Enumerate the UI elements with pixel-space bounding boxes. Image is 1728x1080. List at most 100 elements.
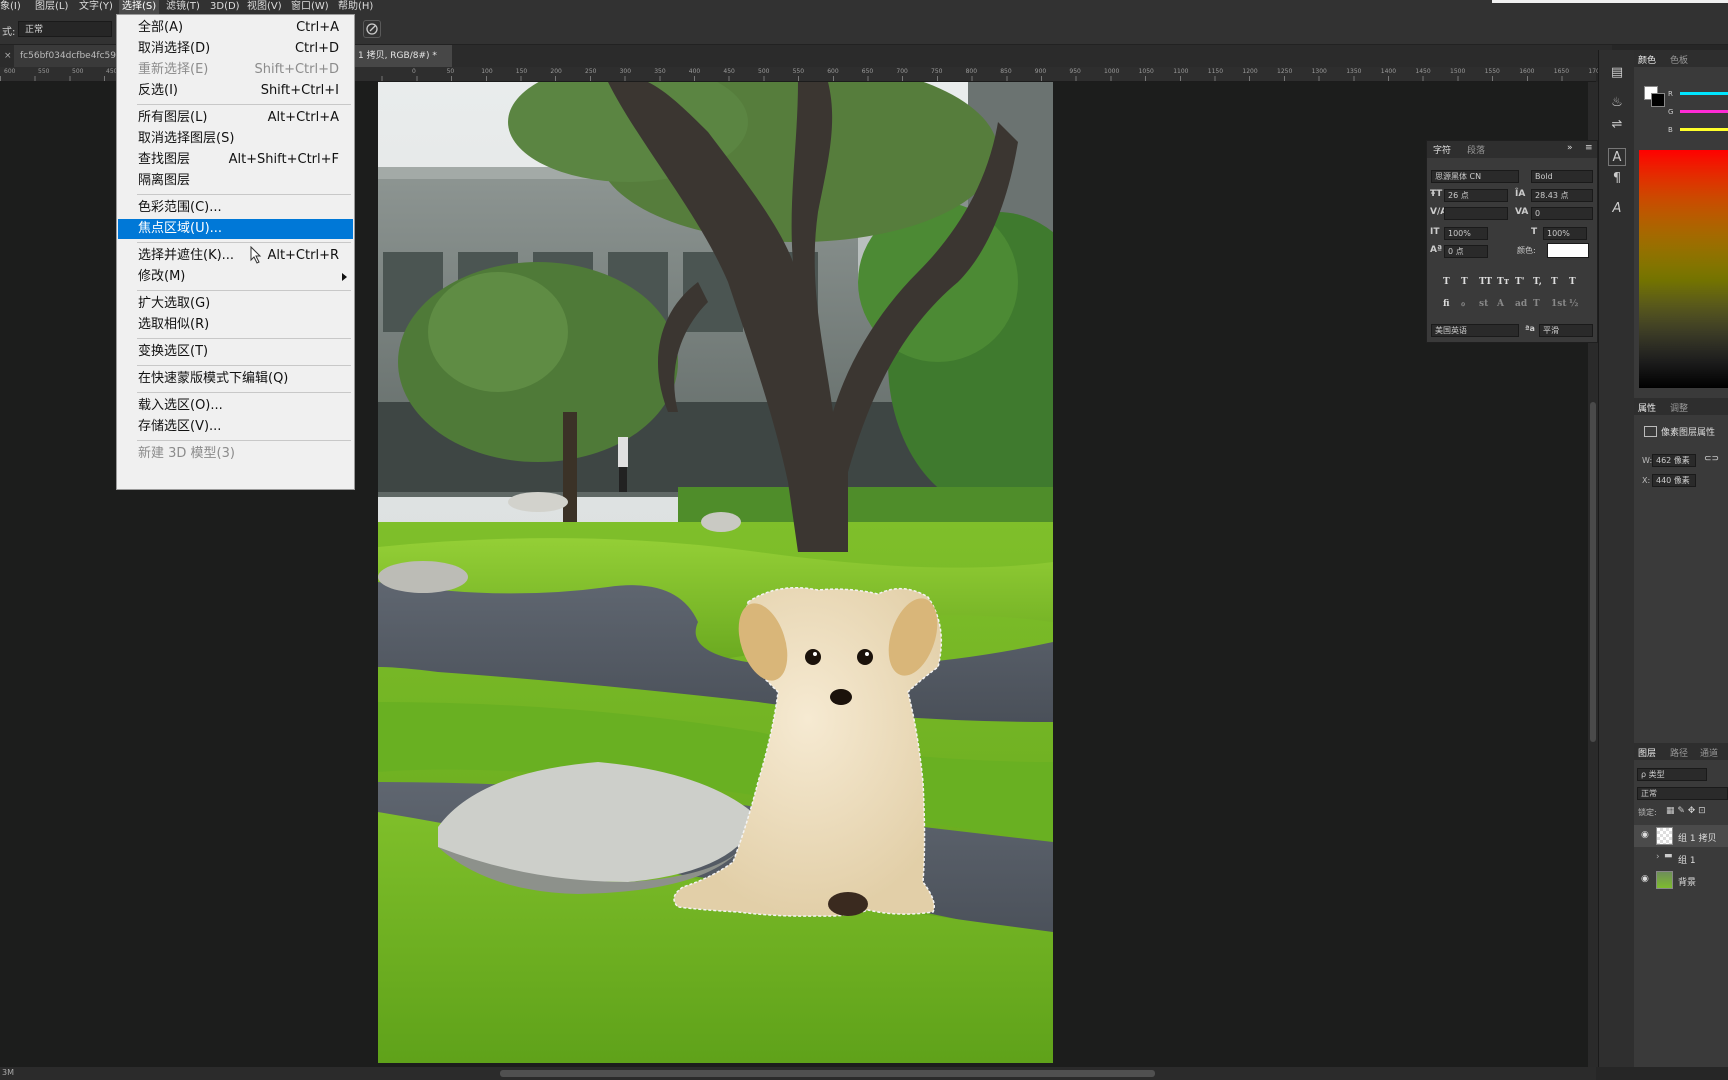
menu-item[interactable]: 色彩范围(C)... — [118, 198, 353, 218]
tab-color[interactable]: 颜色 — [1638, 53, 1656, 66]
opentype-feature-button[interactable]: ℴ — [1461, 299, 1465, 309]
text-style-button[interactable]: T, — [1533, 277, 1542, 287]
text-style-button[interactable]: T — [1443, 277, 1450, 287]
opentype-feature-button[interactable]: T — [1533, 299, 1540, 309]
menu-item[interactable]: 选取相似(R) — [118, 315, 353, 335]
text-style-button[interactable]: T — [1551, 277, 1558, 287]
character-panel-icon[interactable]: A — [1608, 148, 1626, 166]
g-slider[interactable] — [1680, 110, 1728, 113]
panel-menu-icon[interactable]: ≡ — [1585, 143, 1593, 153]
menu-item[interactable]: 隔离图层 — [118, 171, 353, 191]
document-canvas[interactable] — [378, 82, 1053, 1063]
x-field[interactable]: 440 像素 — [1652, 474, 1696, 487]
menu-item[interactable]: 载入选区(O)... — [118, 396, 353, 416]
tab-document-2[interactable]: 1 拷贝, RGB/8#) * — [352, 45, 452, 67]
paragraph-icon[interactable]: ¶ — [1608, 170, 1626, 188]
history-icon[interactable]: ▤ — [1608, 64, 1626, 82]
language-select[interactable]: 美国英语 — [1431, 324, 1519, 337]
opentype-feature-button[interactable]: ad — [1515, 299, 1527, 309]
opentype-feature-button[interactable]: ½ — [1569, 299, 1578, 309]
menu-item[interactable]: 存储选区(V)... — [118, 417, 353, 437]
menu-item[interactable]: 全部(A) Ctrl+A — [118, 18, 353, 38]
kerning-field[interactable] — [1444, 207, 1508, 220]
tab-swatches[interactable]: 色板 — [1670, 53, 1688, 66]
antialias-select[interactable]: 平滑 — [1539, 324, 1593, 337]
lock-icons[interactable]: ▦ ✎ ✥ ⊡ — [1666, 806, 1706, 816]
visibility-eye-icon[interactable]: ◉ — [1641, 874, 1649, 884]
r-slider[interactable] — [1680, 92, 1728, 95]
menu-item[interactable]: 焦点区域(U)... — [118, 219, 353, 239]
layer-row-group-copy[interactable]: ◉ 组 1 拷贝 — [1634, 825, 1728, 847]
menubar-item[interactable]: 3D(D) — [207, 0, 243, 14]
link-icon[interactable]: ⊂⊃ — [1704, 454, 1719, 464]
menu-item[interactable]: 选择并遮住(K)... Alt+Ctrl+R — [118, 246, 353, 266]
menu-item[interactable]: 所有图层(L) Alt+Ctrl+A — [118, 108, 353, 128]
mode-select[interactable]: 正常 — [18, 21, 112, 37]
vertical-scroll-thumb[interactable] — [1590, 402, 1596, 742]
horizontal-scale-field[interactable]: 100% — [1543, 227, 1587, 240]
leading-field[interactable]: 28.43 点 — [1531, 189, 1593, 202]
brush-options-button[interactable] — [363, 20, 381, 38]
opentype-feature-button[interactable]: 1st — [1551, 299, 1567, 309]
menubar-item[interactable]: 帮助(H) — [335, 0, 376, 14]
tab-character[interactable]: 字符 — [1433, 143, 1451, 156]
tab-paragraph[interactable]: 段落 — [1467, 143, 1485, 156]
menu-item[interactable]: 修改(M) — [118, 267, 353, 287]
text-style-button[interactable]: Tт — [1497, 277, 1509, 287]
b-slider[interactable] — [1680, 128, 1728, 131]
tab-properties[interactable]: 属性 — [1638, 401, 1656, 414]
menu-item[interactable]: 在快速蒙版模式下编辑(Q) — [118, 369, 353, 389]
opentype-feature-button[interactable]: st — [1479, 299, 1488, 309]
tab-document-1[interactable]: fc56bf034dcfbe4fc59 — [14, 45, 118, 67]
width-field[interactable]: 462 像素 — [1652, 454, 1696, 467]
font-family-select[interactable]: 思源黑体 CN — [1431, 170, 1519, 183]
tab-layers[interactable]: 图层 — [1638, 746, 1656, 759]
font-style-select[interactable]: Bold — [1531, 170, 1593, 183]
menubar-item[interactable]: 象(I) — [0, 0, 24, 14]
layer-filter-select[interactable]: ρ 类型 — [1637, 768, 1707, 781]
tab-paths[interactable]: 路径 — [1670, 746, 1688, 759]
glyphs-icon[interactable]: A — [1608, 200, 1626, 218]
horizontal-scroll-thumb[interactable] — [500, 1070, 1155, 1077]
menu-item[interactable]: 查找图层 Alt+Shift+Ctrl+F — [118, 150, 353, 170]
text-style-button[interactable]: TT — [1479, 277, 1492, 287]
leading-icon: ÎA — [1515, 189, 1526, 199]
opentype-feature-button[interactable]: A — [1497, 299, 1504, 309]
menu-item[interactable]: 取消选择图层(S) — [118, 129, 353, 149]
close-icon[interactable]: × — [4, 45, 12, 67]
baseline-shift-field[interactable]: 0 点 — [1444, 245, 1488, 258]
brush-preset-icon[interactable]: ♨ — [1608, 94, 1626, 112]
g-label: G — [1668, 108, 1674, 116]
vertical-scale-field[interactable]: 100% — [1444, 227, 1488, 240]
opentype-feature-button[interactable]: fi — [1443, 299, 1450, 309]
background-color-swatch[interactable] — [1651, 93, 1665, 107]
visibility-eye-icon[interactable]: ◉ — [1641, 830, 1649, 840]
expand-arrow-icon[interactable]: › — [1656, 852, 1660, 862]
layer-row-group[interactable]: › ▬ 组 1 — [1634, 847, 1728, 869]
tab-adjustments[interactable]: 调整 — [1670, 401, 1688, 414]
color-picker-field[interactable] — [1639, 150, 1728, 388]
menubar-item[interactable]: 选择(S) — [119, 0, 160, 14]
tab-channels[interactable]: 通道 — [1700, 746, 1718, 759]
text-style-button[interactable]: T' — [1515, 277, 1524, 287]
menubar-item[interactable]: 窗口(W) — [288, 0, 332, 14]
layer-row-background[interactable]: ◉ 背景 — [1634, 869, 1728, 891]
horizontal-scrollbar[interactable] — [0, 1067, 1596, 1080]
font-size-field[interactable]: 26 点 — [1444, 189, 1508, 202]
menu-item[interactable]: 变换选区(T) — [118, 342, 353, 362]
panel-expand-icon[interactable]: » — [1567, 143, 1573, 153]
menu-item[interactable]: 扩大选取(G) — [118, 294, 353, 314]
text-style-button[interactable]: T — [1569, 277, 1576, 287]
tracking-field[interactable]: 0 — [1531, 207, 1593, 220]
menubar-item[interactable]: 图层(L) — [32, 0, 71, 14]
character-panel: 字符 段落 » ≡ 思源黑体 CN Bold ŦT 26 点 ÎA 28.43 … — [1426, 140, 1598, 343]
adjustments-icon[interactable]: ⇌ — [1608, 116, 1626, 134]
menu-item[interactable]: 取消选择(D) Ctrl+D — [118, 39, 353, 59]
menu-item[interactable]: 反选(I) Shift+Ctrl+I — [118, 81, 353, 101]
blend-mode-select[interactable]: 正常 — [1637, 787, 1728, 800]
text-color-swatch[interactable] — [1547, 243, 1589, 258]
text-style-button[interactable]: T — [1461, 277, 1468, 287]
menubar-item[interactable]: 滤镜(T) — [163, 0, 203, 14]
menubar-item[interactable]: 视图(V) — [244, 0, 285, 14]
menubar-item[interactable]: 文字(Y) — [76, 0, 116, 14]
